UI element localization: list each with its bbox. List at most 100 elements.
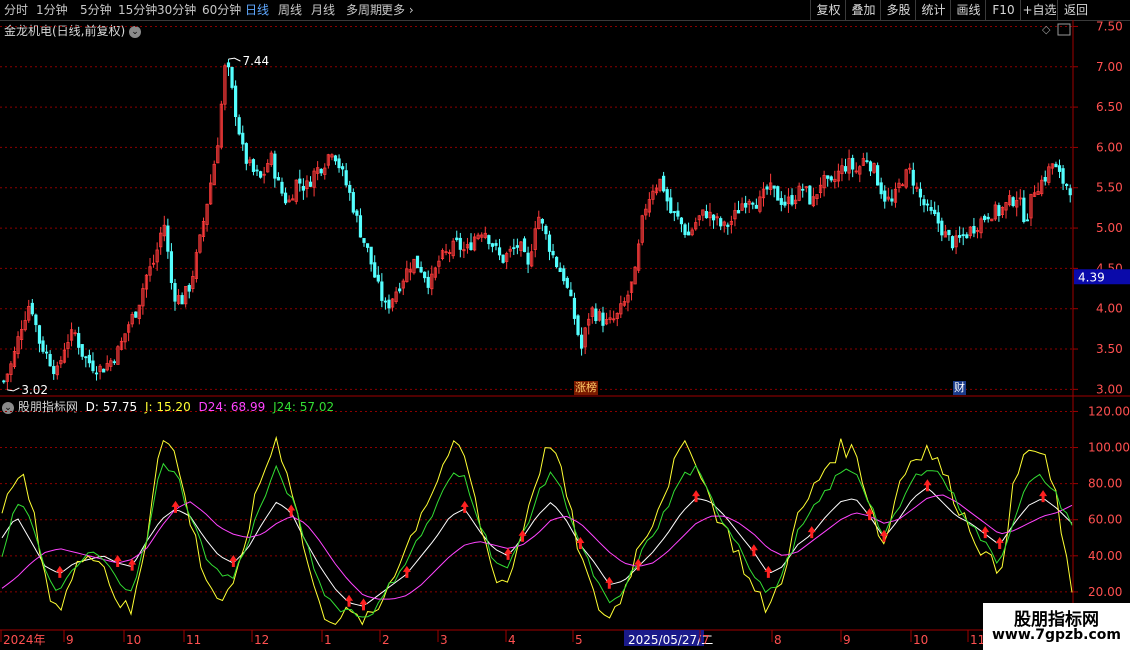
- candle-body: [879, 182, 883, 195]
- candle-body: [526, 252, 530, 265]
- candle-body: [522, 238, 527, 253]
- candle-body: [801, 188, 805, 191]
- candle-body: [415, 255, 420, 269]
- candle-body: [362, 238, 366, 243]
- candle-body: [337, 158, 341, 169]
- toolbar-button[interactable]: 多股: [880, 0, 916, 20]
- candle-body: [387, 299, 391, 309]
- x-tick-label: 7: [702, 633, 710, 647]
- toolbar-button[interactable]: F10: [985, 0, 1021, 20]
- candle-body: [455, 237, 459, 241]
- candle-body: [736, 210, 741, 214]
- high-marker: [228, 57, 241, 62]
- d-line: [1, 487, 1073, 607]
- candle-body: [594, 308, 598, 322]
- toolbar-button[interactable]: 画线: [950, 0, 986, 20]
- candle-body: [2, 380, 6, 383]
- signal-arrow: [55, 565, 64, 578]
- candle-body: [52, 366, 56, 375]
- candle-body: [276, 177, 281, 181]
- candle-body: [1057, 165, 1062, 172]
- signal-arrow: [995, 536, 1004, 549]
- candle-body: [547, 234, 552, 252]
- toolbar-button[interactable]: 复权: [810, 0, 846, 20]
- candle-body: [376, 274, 380, 282]
- candle-body: [751, 202, 755, 205]
- candle-body: [501, 254, 505, 263]
- candle-body: [726, 224, 730, 227]
- indicator-tick-label: 20.00: [1088, 585, 1122, 599]
- candle-body: [986, 216, 990, 220]
- candle-body: [829, 176, 833, 181]
- candle-body: [686, 231, 691, 236]
- tag-limit-up[interactable]: 涨榜: [574, 381, 598, 395]
- toolbar-button[interactable]: +自选: [1020, 0, 1058, 20]
- tag-finance[interactable]: 财: [953, 381, 966, 395]
- candle-body: [958, 235, 962, 238]
- period-tab[interactable]: 周线: [278, 0, 302, 20]
- candle-body: [490, 243, 495, 247]
- candle-body: [925, 203, 930, 206]
- x-tick-label: 3: [440, 633, 448, 647]
- candle-body: [808, 185, 812, 205]
- candle-body: [91, 360, 95, 372]
- candle-body: [704, 211, 709, 219]
- signal-arrow: [359, 598, 368, 611]
- candle-body: [679, 217, 684, 225]
- period-tab[interactable]: 15分钟: [118, 0, 157, 20]
- candle-body: [565, 277, 569, 288]
- candle-body: [458, 237, 462, 250]
- candle-body: [251, 159, 256, 172]
- candle-body: [308, 181, 313, 187]
- candle-body: [112, 361, 116, 364]
- period-tab[interactable]: 月线: [311, 0, 335, 20]
- period-tab[interactable]: 多周期: [346, 0, 382, 20]
- panel-toggle-icon[interactable]: [1057, 23, 1071, 36]
- diamond-icon[interactable]: ◇: [1042, 23, 1051, 36]
- candle-body: [662, 175, 666, 192]
- toolbar-button[interactable]: 统计: [915, 0, 951, 20]
- price-tick-label: 7.00: [1096, 60, 1123, 74]
- period-tab[interactable]: 分时: [4, 0, 28, 20]
- price-tick-label: 4.00: [1096, 302, 1123, 316]
- candle-body: [576, 315, 580, 335]
- candle-body: [676, 210, 680, 217]
- candle-body: [572, 297, 577, 319]
- chart-canvas[interactable]: 7.507.006.506.005.505.004.504.003.503.00…: [0, 20, 1130, 650]
- candle-body: [947, 229, 951, 236]
- candle-body: [790, 195, 794, 205]
- candle-body: [237, 117, 241, 135]
- candle-body: [298, 178, 302, 184]
- candle-body: [380, 281, 384, 301]
- period-tab[interactable]: 日线: [245, 0, 269, 20]
- candle-body: [341, 166, 345, 170]
- period-tab[interactable]: 1分钟: [36, 0, 68, 20]
- candle-body: [94, 372, 99, 375]
- period-tab[interactable]: 60分钟: [202, 0, 241, 20]
- high-label: 7.44: [242, 54, 269, 68]
- candle-body: [497, 247, 502, 256]
- candle-body: [102, 368, 106, 373]
- candle-body: [426, 276, 430, 288]
- toolbar-button[interactable]: 返回: [1057, 0, 1094, 20]
- candle-body: [30, 302, 34, 315]
- watermark: 股朋指标网 www.7gpzb.com: [983, 603, 1130, 650]
- candle-body: [1022, 197, 1026, 223]
- candle-body: [512, 247, 516, 250]
- toolbar-button[interactable]: 叠加: [845, 0, 881, 20]
- candle-body: [44, 351, 49, 354]
- current-price-label: 4.39: [1078, 270, 1105, 284]
- period-tab[interactable]: 更多 ›: [381, 0, 414, 20]
- candle-body: [419, 266, 423, 273]
- candle-body: [922, 199, 926, 206]
- period-tab[interactable]: 5分钟: [80, 0, 112, 20]
- x-tick-label: 12: [254, 633, 269, 647]
- candle-body: [997, 205, 1001, 217]
- indicator-tick-label: 60.00: [1088, 513, 1122, 527]
- candle-body: [911, 169, 915, 186]
- candle-body: [783, 201, 787, 206]
- candle-body: [1054, 163, 1058, 168]
- period-tab[interactable]: 30分钟: [157, 0, 196, 20]
- candle-body: [765, 186, 769, 190]
- candle-body: [1068, 188, 1072, 196]
